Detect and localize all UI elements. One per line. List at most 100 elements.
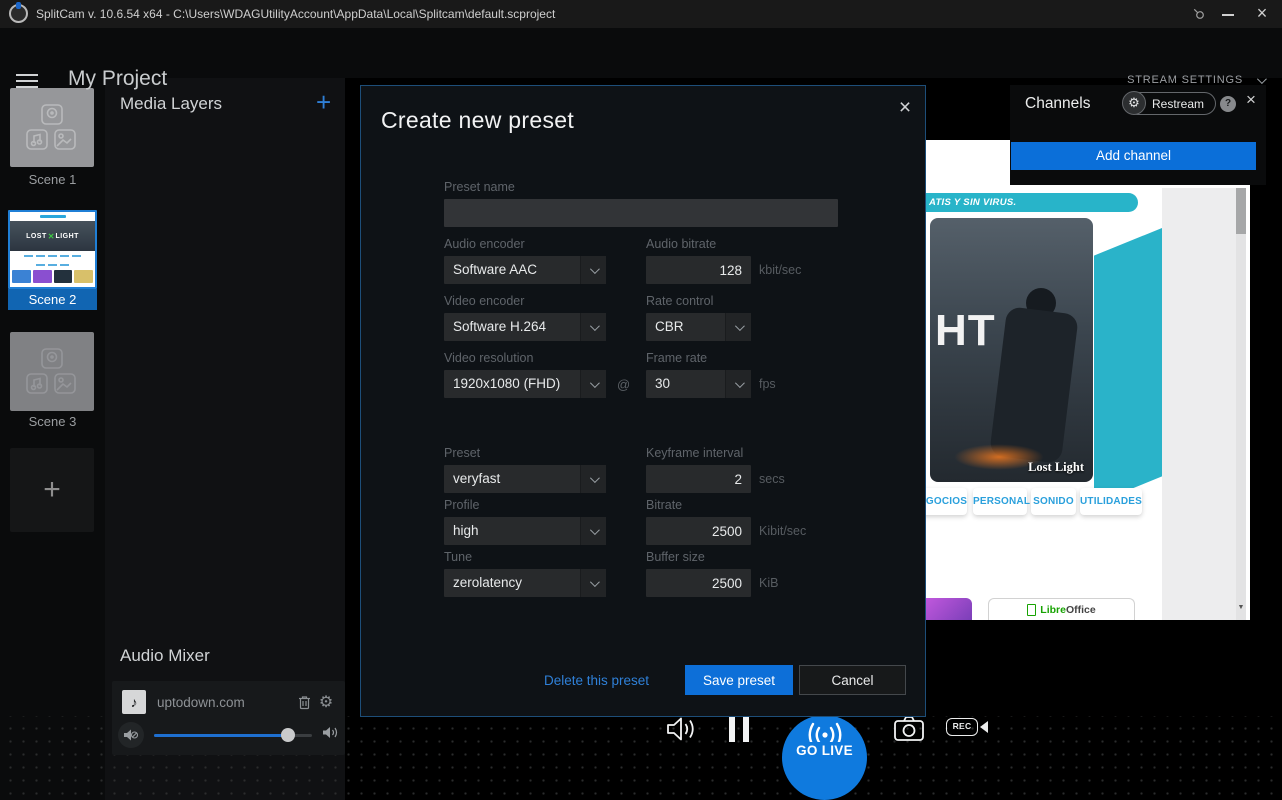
app-tile-purple: [926, 598, 972, 620]
music-note-icon: ♪: [122, 690, 146, 714]
volume-slider-fill: [154, 734, 288, 737]
chevron-down-icon: [580, 465, 606, 493]
chevron-down-icon: [725, 313, 751, 341]
app-tile-libreoffice: Libre Office: [988, 598, 1135, 620]
mute-speaker-icon[interactable]: [118, 722, 144, 748]
scene-2-label[interactable]: Scene 2: [8, 289, 97, 310]
preset-name-input[interactable]: [444, 199, 838, 227]
volume-slider-handle[interactable]: [281, 728, 295, 742]
add-channel-button[interactable]: Add channel: [1011, 142, 1256, 170]
speaker-icon[interactable]: [322, 725, 339, 745]
office-text: Office: [1066, 604, 1096, 616]
screenshot-camera-icon[interactable]: [891, 713, 927, 743]
bitrate-input[interactable]: [646, 517, 751, 545]
add-media-layer-button[interactable]: +: [316, 91, 331, 113]
media-layers-heading: Media Layers: [120, 94, 222, 114]
audio-channel-name: uptodown.com: [157, 695, 293, 710]
restream-gear-icon[interactable]: ⚙: [1122, 91, 1146, 115]
game-poster: HT Lost Light: [930, 218, 1093, 482]
audio-bitrate-input[interactable]: [646, 256, 751, 284]
poster-title-fragment: HT: [935, 306, 996, 356]
go-live-label: GO LIVE: [796, 743, 853, 758]
frame-rate-label: Frame rate: [646, 351, 707, 365]
scene2-links-row2: [10, 260, 95, 269]
scene2-banner-text2: LIGHT: [55, 233, 79, 240]
scene2-banner-text: LOST: [26, 233, 47, 240]
browser-layer-preview: ATIS Y SIN VIRUS. HT Lost Light EGOCIOS …: [926, 140, 1250, 620]
profile-label: Profile: [444, 498, 479, 512]
restream-label: Restream: [1152, 97, 1204, 111]
video-encoder-select[interactable]: Software H.264: [444, 313, 606, 341]
category-chip: UTILIDADES: [1080, 488, 1142, 515]
trash-icon[interactable]: [293, 695, 315, 710]
page-scrollbar-thumb: [1236, 188, 1246, 234]
record-icon[interactable]: REC: [944, 717, 990, 737]
category-chip: SONIDO: [1031, 488, 1076, 515]
tune-label: Tune: [444, 550, 472, 564]
scene-2-thumbnail[interactable]: LOST✕LIGHT: [8, 210, 97, 289]
frame-rate-select[interactable]: 30: [646, 370, 751, 398]
video-encoder-value: Software H.264: [444, 313, 580, 341]
preset-select[interactable]: veryfast: [444, 465, 606, 493]
buffer-size-label: Buffer size: [646, 550, 705, 564]
hamburger-menu-icon[interactable]: [16, 74, 38, 88]
broadcast-icon: [803, 718, 847, 742]
pin-icon[interactable]: ⚲: [1185, 0, 1213, 28]
buffer-size-input[interactable]: [646, 569, 751, 597]
splitcam-logo-icon: [9, 4, 28, 23]
chevron-down-icon: [725, 370, 751, 398]
poster-caption: Lost Light: [1028, 460, 1084, 475]
modal-close-icon[interactable]: ×: [891, 94, 919, 122]
delete-preset-link[interactable]: Delete this preset: [544, 673, 649, 688]
cancel-button[interactable]: Cancel: [799, 665, 906, 695]
rate-control-value: CBR: [646, 313, 725, 341]
window-close-icon[interactable]: ×: [1252, 1, 1272, 25]
teal-ribbon: [1094, 228, 1162, 504]
scene-1-label: Scene 1: [0, 172, 105, 187]
libre-text: Libre: [1040, 604, 1066, 616]
channels-close-icon[interactable]: ×: [1240, 89, 1262, 111]
rate-control-label: Rate control: [646, 294, 713, 308]
page-scrollbar: [1236, 188, 1246, 620]
modal-title: Create new preset: [381, 107, 574, 134]
scene2-links-row: [10, 251, 95, 260]
video-resolution-select[interactable]: 1920x1080 (FHD): [444, 370, 606, 398]
project-title: My Project: [68, 67, 167, 91]
rec-lens-icon: [980, 721, 988, 733]
save-preset-button[interactable]: Save preset: [685, 665, 793, 695]
gear-icon[interactable]: ⚙: [315, 692, 337, 712]
audio-mixer-heading: Audio Mixer: [120, 646, 210, 666]
video-resolution-label: Video resolution: [444, 351, 533, 365]
pause-icon[interactable]: [727, 715, 751, 743]
rec-label: REC: [946, 718, 978, 736]
chevron-down-icon: [580, 517, 606, 545]
channels-heading: Channels: [1025, 95, 1091, 113]
profile-value: high: [444, 517, 580, 545]
keyframe-interval-input[interactable]: [646, 465, 751, 493]
keyframe-interval-label: Keyframe interval: [646, 446, 743, 460]
go-live-button[interactable]: GO LIVE: [782, 715, 867, 800]
rate-control-select[interactable]: CBR: [646, 313, 751, 341]
poster-figure: [989, 306, 1079, 464]
video-resolution-value: 1920x1080 (FHD): [444, 370, 580, 398]
audio-output-speaker-icon[interactable]: [664, 714, 700, 744]
bitrate-unit: Kibit/sec: [759, 524, 806, 538]
audio-encoder-select[interactable]: Software AAC: [444, 256, 606, 284]
chevron-down-icon: [580, 569, 606, 597]
help-icon[interactable]: ?: [1220, 96, 1236, 112]
category-chip: EGOCIOS: [926, 488, 967, 515]
frame-rate-value: 30: [646, 370, 725, 398]
tune-select[interactable]: zerolatency: [444, 569, 606, 597]
add-scene-button[interactable]: +: [10, 448, 94, 532]
scene-3-thumbnail[interactable]: [10, 332, 94, 411]
volume-slider[interactable]: [154, 734, 312, 737]
profile-select[interactable]: high: [444, 517, 606, 545]
document-icon: [1027, 604, 1036, 616]
preset-label: Preset: [444, 446, 480, 460]
scene2-page-header: [10, 212, 95, 221]
audio-bitrate-unit: kbit/sec: [759, 263, 801, 277]
scenes-sidebar: Scene 1 LOST✕LIGHT Scene 2 Scene 3 +: [0, 78, 105, 800]
minimize-icon[interactable]: [1222, 14, 1234, 16]
chevron-down-icon: [580, 313, 606, 341]
scene-1-thumbnail[interactable]: [10, 88, 94, 167]
